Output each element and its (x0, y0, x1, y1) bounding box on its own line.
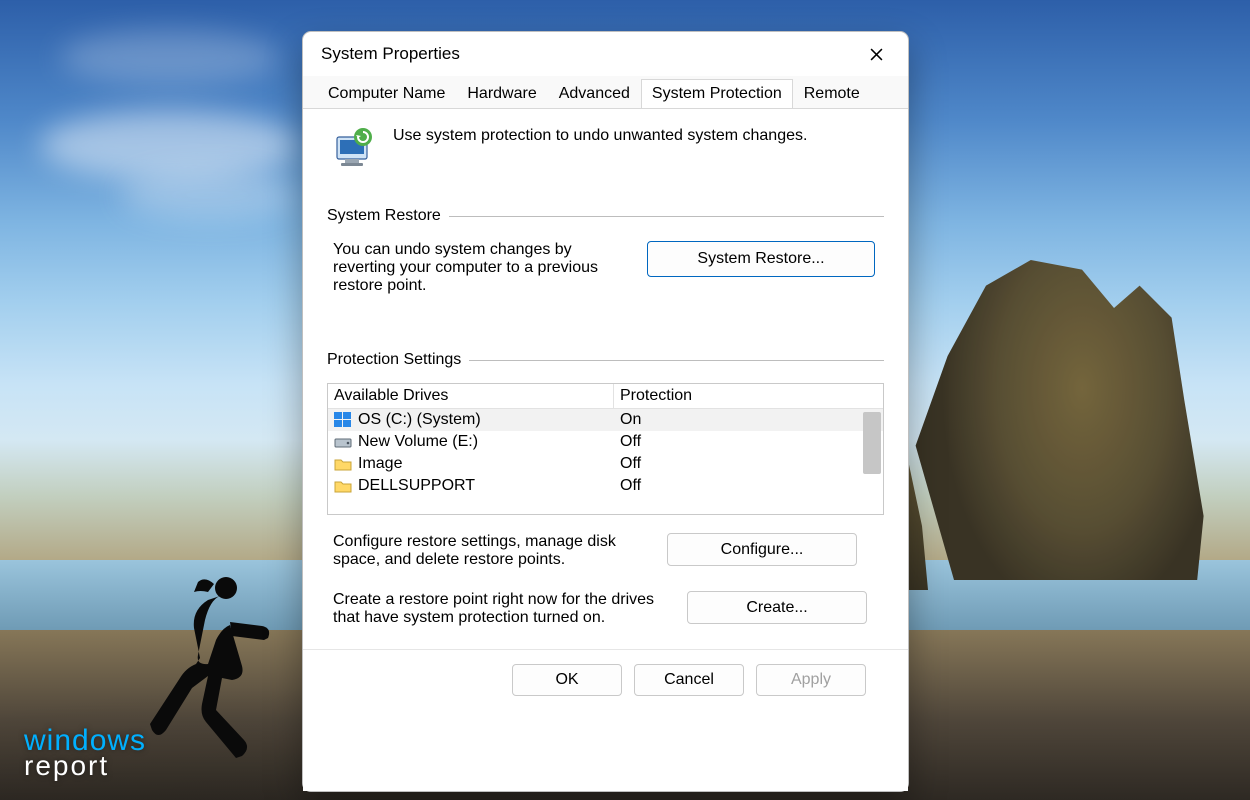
dialog-title: System Properties (321, 44, 460, 64)
create-button[interactable]: Create... (687, 591, 867, 624)
folder-icon (334, 456, 352, 472)
cloud-decoration (60, 30, 280, 85)
cancel-button[interactable]: Cancel (634, 664, 744, 696)
close-icon (870, 48, 883, 61)
drive-name: New Volume (E:) (358, 433, 478, 451)
section-title-text: System Restore (327, 207, 441, 225)
drives-header-row: Available Drives Protection (328, 384, 883, 409)
drives-list[interactable]: Available Drives Protection OS (C:) (Sys… (327, 383, 884, 515)
system-restore-button[interactable]: System Restore... (647, 241, 875, 277)
cloud-decoration (40, 110, 300, 180)
close-button[interactable] (856, 39, 896, 69)
intro-text: Use system protection to undo unwanted s… (393, 125, 807, 145)
section-title-text: Protection Settings (327, 351, 461, 369)
tab-hardware[interactable]: Hardware (456, 79, 547, 109)
scrollbar-thumb[interactable] (863, 412, 881, 474)
titlebar: System Properties (303, 32, 908, 76)
rock-decoration (890, 260, 1210, 580)
watermark-logo: windows report (24, 726, 146, 780)
drive-status: Off (614, 453, 883, 475)
col-available-drives[interactable]: Available Drives (328, 384, 614, 408)
drive-status: Off (614, 475, 883, 497)
intro-row: Use system protection to undo unwanted s… (327, 121, 884, 179)
cloud-decoration (120, 170, 300, 220)
windows-drive-icon (334, 412, 352, 428)
drive-row[interactable]: OS (C:) (System) On (328, 409, 883, 431)
divider (469, 360, 884, 361)
system-protection-icon (331, 125, 375, 169)
drive-name: DELLSUPPORT (358, 477, 475, 495)
restore-description: You can undo system changes by reverting… (327, 241, 627, 295)
ok-button[interactable]: OK (512, 664, 622, 696)
configure-button[interactable]: Configure... (667, 533, 857, 566)
drive-row[interactable]: Image Off (328, 453, 883, 475)
tab-advanced[interactable]: Advanced (548, 79, 641, 109)
tab-computer-name[interactable]: Computer Name (317, 79, 456, 109)
folder-icon (334, 478, 352, 494)
divider (449, 216, 884, 217)
drive-status: On (614, 409, 883, 431)
drive-name: OS (C:) (System) (358, 411, 481, 429)
drive-name: Image (358, 455, 402, 473)
col-protection[interactable]: Protection (614, 384, 883, 408)
section-protection-settings: Protection Settings (327, 351, 884, 369)
tab-panel: Use system protection to undo unwanted s… (303, 108, 908, 791)
drive-row[interactable]: New Volume (E:) Off (328, 431, 883, 453)
drive-icon (334, 434, 352, 450)
tab-strip: Computer Name Hardware Advanced System P… (303, 76, 908, 108)
dialog-footer: OK Cancel Apply (327, 650, 884, 712)
create-description: Create a restore point right now for the… (327, 591, 667, 627)
tab-remote[interactable]: Remote (793, 79, 871, 109)
configure-description: Configure restore settings, manage disk … (327, 533, 647, 569)
drive-row[interactable]: DELLSUPPORT Off (328, 475, 883, 497)
section-system-restore: System Restore (327, 207, 884, 225)
desktop-wallpaper: windows report System Properties Compute… (0, 0, 1250, 800)
apply-button[interactable]: Apply (756, 664, 866, 696)
runner-silhouette (150, 570, 290, 765)
drive-status: Off (614, 431, 883, 453)
tab-system-protection[interactable]: System Protection (641, 79, 793, 109)
system-properties-dialog: System Properties Computer Name Hardware… (302, 31, 909, 792)
